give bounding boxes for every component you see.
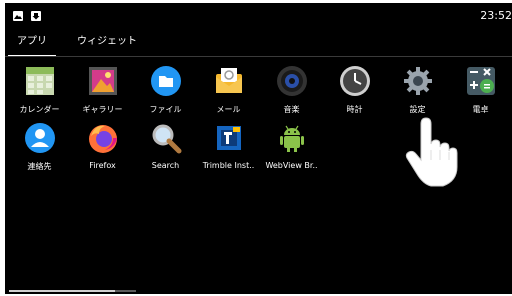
launcher-screen: 23:52 アプリ ウィジェット カレンダー ギャラリー ファイル メール 音楽… bbox=[5, 3, 512, 294]
mail-icon bbox=[213, 65, 245, 97]
app-mail[interactable]: メール bbox=[197, 61, 260, 117]
tab-widgets[interactable]: ウィジェット bbox=[67, 33, 147, 57]
tab-bar: アプリ ウィジェット bbox=[5, 27, 512, 57]
app-clock[interactable]: 時計 bbox=[323, 61, 386, 117]
app-contacts-label: 連絡先 bbox=[27, 162, 52, 171]
clock-icon bbox=[339, 65, 371, 97]
app-calculator-label: 電卓 bbox=[472, 105, 489, 114]
music-icon bbox=[276, 65, 308, 97]
settings-icon bbox=[402, 65, 434, 97]
app-search[interactable]: Search bbox=[134, 118, 197, 174]
tab-apps[interactable]: アプリ bbox=[8, 33, 56, 57]
tab-apps-label: アプリ bbox=[17, 36, 47, 47]
app-music-label: 音楽 bbox=[283, 105, 300, 114]
app-settings[interactable]: 設定 bbox=[386, 61, 449, 117]
pointer-hand-icon bbox=[403, 116, 465, 188]
app-trimble-label: Trimble Inst.. bbox=[202, 161, 255, 170]
app-files-label: ファイル bbox=[149, 105, 182, 114]
app-firefox[interactable]: Firefox bbox=[71, 118, 134, 174]
android-icon bbox=[276, 122, 308, 154]
status-clock: 23:52 bbox=[480, 9, 512, 22]
image-icon bbox=[13, 11, 23, 21]
app-webview[interactable]: WebView Br.. bbox=[260, 118, 323, 174]
trimble-icon bbox=[213, 122, 245, 154]
app-contacts[interactable]: 連絡先 bbox=[8, 118, 71, 174]
search-icon bbox=[150, 122, 182, 154]
tab-widgets-label: ウィジェット bbox=[77, 36, 137, 47]
app-calculator[interactable]: 電卓 bbox=[449, 61, 512, 117]
app-trimble[interactable]: Trimble Inst.. bbox=[197, 118, 260, 174]
files-icon bbox=[150, 65, 182, 97]
app-clock-label: 時計 bbox=[346, 105, 363, 114]
app-search-label: Search bbox=[151, 161, 180, 170]
app-firefox-label: Firefox bbox=[89, 161, 116, 170]
app-mail-label: メール bbox=[216, 105, 241, 114]
app-settings-label: 設定 bbox=[409, 105, 426, 114]
tab-divider bbox=[5, 56, 512, 57]
status-bar: 23:52 bbox=[5, 3, 512, 27]
app-calendar[interactable]: カレンダー bbox=[8, 61, 71, 117]
app-files[interactable]: ファイル bbox=[134, 61, 197, 117]
scroll-thumb[interactable] bbox=[9, 290, 115, 292]
app-webview-label: WebView Br.. bbox=[265, 161, 318, 170]
firefox-icon bbox=[87, 122, 119, 154]
gallery-icon bbox=[87, 65, 119, 97]
app-gallery[interactable]: ギャラリー bbox=[71, 61, 134, 117]
contacts-icon bbox=[24, 122, 56, 154]
app-music[interactable]: 音楽 bbox=[260, 61, 323, 117]
calendar-icon bbox=[24, 65, 56, 97]
calculator-icon bbox=[465, 65, 497, 97]
app-gallery-label: ギャラリー bbox=[82, 105, 123, 114]
download-icon bbox=[31, 11, 41, 21]
app-calendar-label: カレンダー bbox=[19, 105, 60, 114]
